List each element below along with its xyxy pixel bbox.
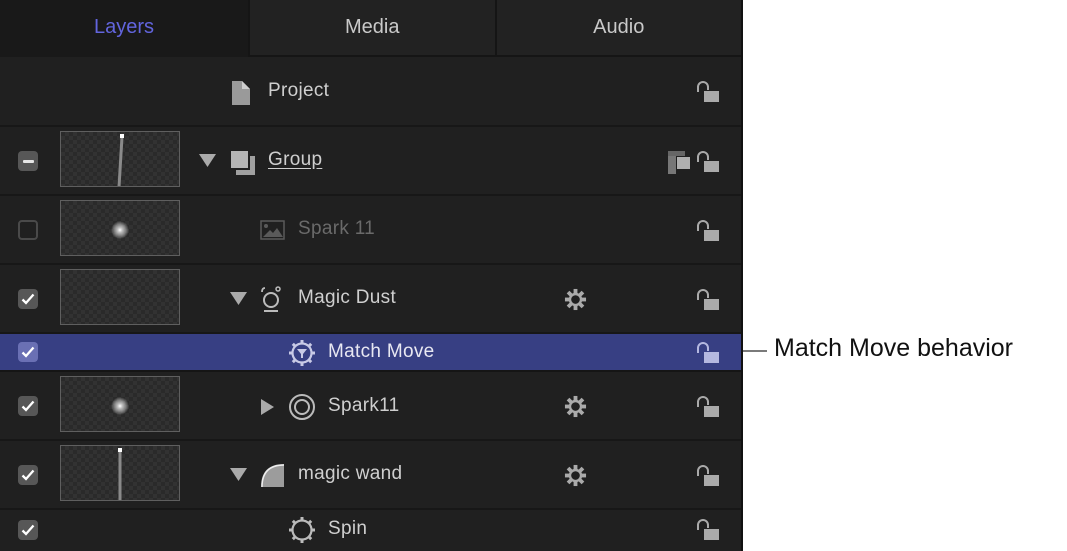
layer-row-spark11[interactable]: Spark11 [0, 372, 741, 441]
layer-order-icon[interactable] [668, 151, 690, 175]
layer-row-spin[interactable]: Spin [0, 510, 741, 551]
lock-open-icon[interactable] [696, 396, 720, 418]
layer-name[interactable]: Match Move [328, 341, 434, 363]
visibility-checkbox-unchecked[interactable] [18, 220, 38, 240]
visibility-checkbox-mixed[interactable] [18, 151, 38, 171]
lock-open-icon[interactable] [696, 289, 720, 311]
lock-open-icon[interactable] [696, 465, 720, 487]
tab-audio[interactable]: Audio [494, 0, 741, 57]
image-icon [260, 220, 285, 240]
layer-name[interactable]: Magic Dust [298, 287, 396, 309]
layer-name[interactable]: Spark11 [328, 395, 399, 417]
layer-thumbnail [60, 269, 180, 325]
spin-behavior-icon [289, 517, 315, 543]
behavior-gear-icon[interactable] [564, 288, 587, 311]
checkmark-icon [21, 400, 35, 412]
layer-thumbnail [60, 131, 180, 187]
layer-name[interactable]: Spin [328, 518, 367, 540]
layer-name[interactable]: Group [268, 149, 322, 171]
shape-icon [261, 464, 284, 487]
checkmark-icon [21, 346, 35, 358]
checkmark-icon [21, 469, 35, 481]
tab-bar: Layers Media Audio [0, 0, 741, 57]
group-icon [230, 150, 255, 175]
tab-media[interactable]: Media [248, 0, 495, 57]
layer-name[interactable]: Spark 11 [298, 218, 375, 240]
layer-name[interactable]: Project [268, 80, 329, 102]
disclosure-expanded-icon[interactable] [230, 468, 247, 481]
spark-thumbnail-graphic [111, 221, 129, 239]
disclosure-expanded-icon[interactable] [199, 154, 216, 167]
layer-thumbnail [60, 376, 180, 432]
lock-open-icon[interactable] [696, 519, 720, 541]
replicator-icon [289, 394, 315, 420]
behavior-gear-icon[interactable] [564, 395, 587, 418]
visibility-checkbox-checked[interactable] [18, 342, 38, 362]
visibility-checkbox-checked[interactable] [18, 289, 38, 309]
layer-row-match-move[interactable]: Match Move [0, 334, 741, 372]
disclosure-expanded-icon[interactable] [230, 292, 247, 305]
behavior-gear-icon[interactable] [564, 464, 587, 487]
layer-row-spark-11[interactable]: Spark 11 [0, 196, 741, 265]
layer-thumbnail [60, 445, 180, 501]
layer-row-magic-wand[interactable]: magic wand [0, 441, 741, 510]
emitter-icon [261, 286, 281, 312]
match-move-behavior-icon [289, 340, 315, 366]
layers-panel: Layers Media Audio Project Group Spark 1… [0, 0, 743, 551]
lock-open-icon[interactable] [696, 81, 720, 103]
wand-thumbnail-graphic [117, 134, 124, 186]
layer-name[interactable]: magic wand [298, 463, 402, 485]
lock-open-icon[interactable] [696, 342, 720, 364]
callout-leader-line [743, 350, 767, 352]
layer-row-group[interactable]: Group [0, 127, 741, 196]
lock-open-icon[interactable] [696, 220, 720, 242]
spark-thumbnail-graphic [111, 397, 129, 415]
checkmark-icon [21, 293, 35, 305]
tab-layers[interactable]: Layers [0, 0, 248, 57]
visibility-checkbox-checked[interactable] [18, 520, 38, 540]
checkmark-icon [21, 524, 35, 536]
document-icon [232, 81, 250, 105]
lock-open-icon[interactable] [696, 151, 720, 173]
disclosure-collapsed-icon[interactable] [261, 399, 274, 415]
visibility-checkbox-checked[interactable] [18, 465, 38, 485]
callout-label: Match Move behavior [774, 334, 1014, 362]
wand-thumbnail-graphic [118, 448, 122, 500]
layer-row-magic-dust[interactable]: Magic Dust [0, 265, 741, 334]
layer-row-project[interactable]: Project [0, 57, 741, 127]
visibility-checkbox-checked[interactable] [18, 396, 38, 416]
layer-thumbnail [60, 200, 180, 256]
